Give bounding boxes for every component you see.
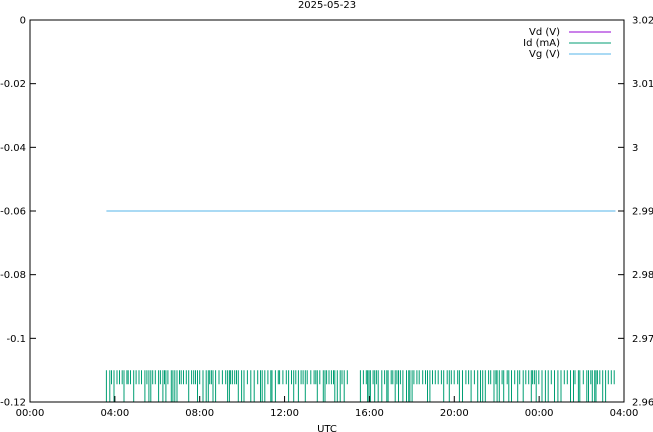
legend-label: Vg (V) [529,49,560,60]
series-line [105,370,615,402]
legend-label: Vd (V) [529,27,560,38]
x-tick-label: 00:00 [16,408,45,419]
x-axis-label: UTC [317,424,337,432]
y-tick-label: -0.06 [0,207,26,218]
y-tick-label: -0.02 [0,79,26,90]
x-tick-label: 04:00 [610,408,639,419]
y-tick-label: -0.1 [6,334,26,345]
legend: Vd (V)Id (mA)Vg (V) [523,27,611,60]
y2-tick-label: 2.99 [632,207,653,218]
y-tick-label: -0.12 [0,398,26,409]
x-tick-label: 00:00 [525,408,554,419]
x-tick-label: 08:00 [185,408,214,419]
y2-tick-label: 3.02 [632,16,653,27]
x-tick-label: 16:00 [355,408,384,419]
x-tick-label: 04:00 [100,408,129,419]
y-tick-label: 0 [20,16,26,27]
y-axis-right: 3.02 3.01 3 2.99 2.98 2.97 2.96 [618,16,653,409]
y2-tick-label: 3.01 [632,79,653,90]
y2-tick-label: 2.96 [632,398,653,409]
y-tick-label: -0.04 [0,143,26,154]
chart-title: 2025-05-23 [298,0,356,11]
x-tick-label: 20:00 [440,408,469,419]
y2-tick-label: 2.98 [632,270,653,281]
y-tick-label: -0.08 [0,270,26,281]
legend-label: Id (mA) [523,38,560,49]
y-axis-left: 0 -0.02 -0.04 -0.06 -0.08 -0.1 -0.12 [0,16,36,409]
chart: 2025-05-23 0 -0.02 -0.04 -0.06 -0.08 -0.1 -0.1… [0,0,653,432]
y2-tick-label: 2.97 [632,334,653,345]
x-tick-label: 12:00 [270,408,299,419]
y2-tick-label: 3 [632,143,638,154]
